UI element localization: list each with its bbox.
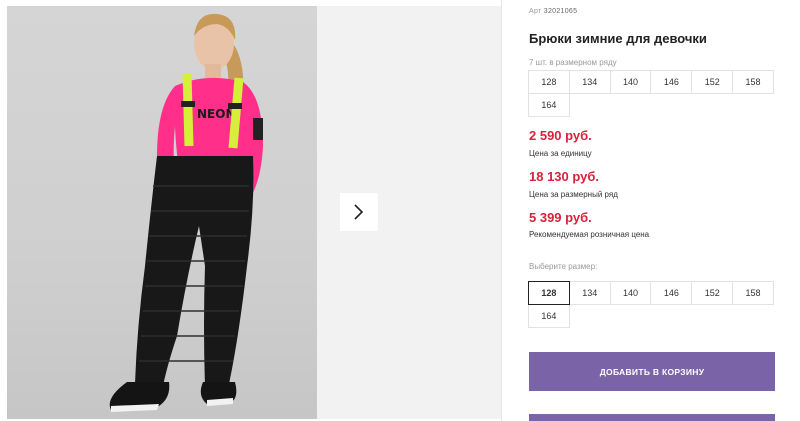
- size-option[interactable]: 146: [650, 281, 693, 305]
- size-option[interactable]: 164: [528, 304, 570, 328]
- retail-price-label: Рекомендуемая розничная цена: [529, 230, 650, 239]
- product-title: Брюки зимние для девочки: [529, 31, 707, 46]
- size-option[interactable]: 140: [609, 281, 652, 305]
- pack-count-label: 7 шт. в размерном ряду: [529, 58, 617, 67]
- sku-value: 32021065: [543, 8, 578, 15]
- secondary-button[interactable]: [529, 414, 775, 421]
- pack-size-cell: 158: [732, 70, 774, 94]
- shirt-print-text: NEON: [197, 107, 235, 121]
- pack-size-grid: 128 134 140 146 152 158 164: [528, 70, 779, 117]
- next-image-button[interactable]: [340, 193, 378, 231]
- unit-price-label: Цена за единицу: [529, 149, 592, 158]
- unit-price: 2 590 руб.: [529, 128, 592, 143]
- product-photo-illustration: NEON: [109, 13, 263, 412]
- chevron-right-icon: [354, 204, 364, 220]
- pack-size-cell: 128: [528, 70, 570, 94]
- pack-size-cell: 152: [691, 70, 734, 94]
- size-selector: 128 134 140 146 152 158 164: [528, 281, 779, 328]
- size-option[interactable]: 158: [732, 281, 774, 305]
- retail-price: 5 399 руб.: [529, 210, 592, 225]
- sku-label: Арт: [529, 8, 542, 15]
- size-option-selected[interactable]: 128: [528, 281, 570, 305]
- product-sku: Арт 32021065: [529, 8, 577, 15]
- add-to-cart-button[interactable]: ДОБАВИТЬ В КОРЗИНУ: [529, 352, 775, 391]
- divider: [501, 0, 502, 421]
- size-option[interactable]: 134: [568, 281, 611, 305]
- choose-size-label: Выберите размер:: [529, 262, 598, 271]
- pack-price: 18 130 руб.: [529, 169, 600, 184]
- pack-size-cell: 146: [650, 70, 693, 94]
- size-option[interactable]: 152: [691, 281, 734, 305]
- product-gallery: NEON: [0, 0, 502, 421]
- pack-size-cell: 164: [528, 93, 570, 117]
- product-photo[interactable]: NEON: [7, 6, 317, 419]
- pack-size-cell: 134: [568, 70, 611, 94]
- pack-size-cell: 140: [609, 70, 652, 94]
- pack-price-label: Цена за размерный ряд: [529, 190, 618, 199]
